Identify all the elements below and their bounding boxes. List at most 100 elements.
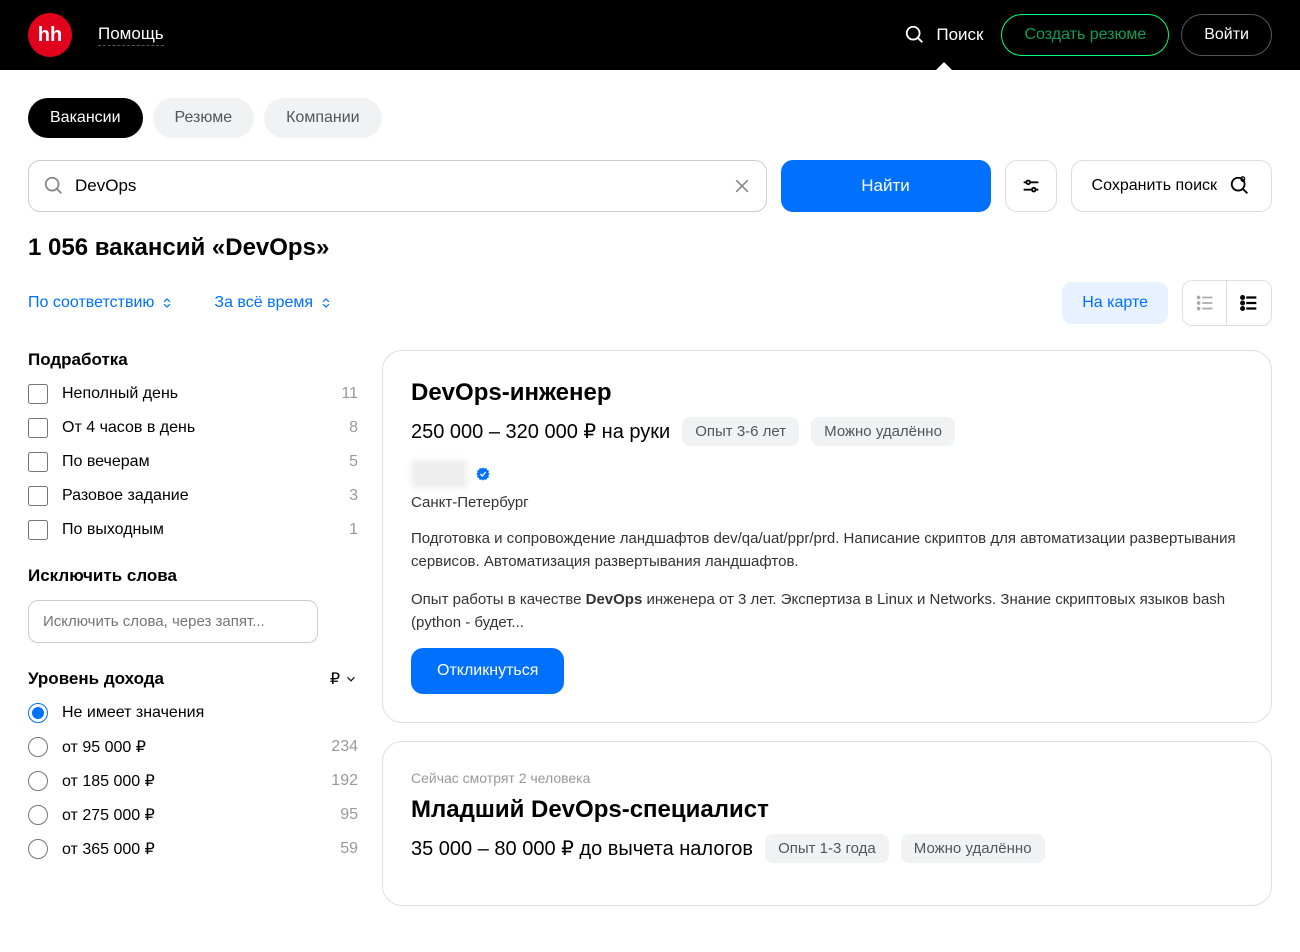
filter-row[interactable]: Неполный день11 [28, 384, 358, 404]
filter-count: 59 [340, 840, 358, 858]
view-detailed-button[interactable] [1227, 281, 1271, 325]
vacancy-company[interactable] [411, 460, 1243, 488]
filter-count: 3 [349, 487, 358, 505]
filter-count: 192 [331, 772, 358, 790]
vacancy-requirements: Опыт работы в качестве DevOps инженера о… [411, 588, 1243, 635]
filter-label: от 95 000 ₽ [62, 737, 331, 757]
view-compact-button[interactable] [1183, 281, 1227, 325]
vacancy-tag: Можно удалённо [811, 417, 955, 446]
filter-label: По выходным [62, 521, 349, 539]
sort-time[interactable]: За всё время [214, 294, 333, 312]
filter-row[interactable]: По выходным1 [28, 520, 358, 540]
find-button[interactable]: Найти [781, 160, 991, 212]
search-icon [904, 24, 926, 46]
sort-icon [160, 296, 174, 310]
view-toggle [1182, 280, 1272, 326]
sidebar: Подработка Неполный день11 От 4 часов в д… [28, 350, 358, 924]
list-compact-icon [1194, 292, 1216, 314]
filter-radio[interactable] [28, 805, 48, 825]
vacancy-tag: Можно удалённо [901, 834, 1045, 863]
verified-icon [475, 466, 491, 482]
create-resume-button[interactable]: Создать резюме [1001, 14, 1169, 56]
list-detailed-icon [1238, 292, 1260, 314]
vacancy-salary: 35 000 – 80 000 ₽ до вычета налогов [411, 836, 753, 861]
tab-vacancies[interactable]: Вакансии [28, 98, 143, 138]
filter-label: Неполный день [62, 385, 341, 403]
save-search-button[interactable]: Сохранить поиск [1071, 160, 1272, 212]
filter-checkbox[interactable] [28, 486, 48, 506]
filter-checkbox[interactable] [28, 520, 48, 540]
vacancy-card: Сейчас смотрят 2 человека Младший DevOps… [382, 741, 1272, 906]
search-icon [43, 175, 65, 197]
filter-label: По вечерам [62, 453, 349, 471]
company-logo [411, 460, 467, 488]
filter-row[interactable]: от 365 000 ₽59 [28, 839, 358, 859]
vacancy-location: Санкт-Петербург [411, 494, 1243, 511]
filter-count: 1 [349, 521, 358, 539]
search-box [28, 160, 767, 212]
filter-label: От 4 часов в день [62, 419, 349, 437]
filter-count: 5 [349, 453, 358, 471]
filter-radio[interactable] [28, 737, 48, 757]
results-heading: 1 056 вакансий «DevOps» [28, 234, 1272, 262]
filter-count: 8 [349, 419, 358, 437]
filter-label: Разовое задание [62, 487, 349, 505]
filter-count: 234 [331, 738, 358, 756]
help-link[interactable]: Помощь [98, 24, 164, 46]
save-search-label: Сохранить поиск [1092, 177, 1217, 195]
vacancy-tag: Опыт 1-3 года [765, 834, 889, 863]
filter-radio[interactable] [28, 771, 48, 791]
vacancy-title[interactable]: Младший DevOps-специалист [411, 796, 1243, 824]
sort-icon [319, 296, 333, 310]
sort-relevance-label: По соответствию [28, 294, 154, 312]
currency-label: ₽ [330, 669, 340, 689]
clear-icon[interactable] [732, 176, 752, 196]
sort-time-label: За всё время [214, 294, 313, 312]
filter-label: от 365 000 ₽ [62, 839, 340, 859]
header-search[interactable]: Поиск [904, 24, 983, 46]
currency-selector[interactable]: ₽ [330, 669, 358, 689]
vacancy-list: DevOps-инженер 250 000 – 320 000 ₽ на ру… [382, 350, 1272, 924]
filter-row[interactable]: Разовое задание3 [28, 486, 358, 506]
tab-resumes[interactable]: Резюме [153, 98, 255, 138]
filter-checkbox[interactable] [28, 452, 48, 472]
filter-row[interactable]: По вечерам5 [28, 452, 358, 472]
filter-row[interactable]: Не имеет значения [28, 703, 358, 723]
filter-row[interactable]: от 95 000 ₽234 [28, 737, 358, 757]
tab-companies[interactable]: Компании [264, 98, 382, 138]
vacancy-description: Подготовка и сопровождение ландшафтов de… [411, 527, 1243, 574]
exclude-input[interactable] [28, 600, 318, 643]
vacancy-tag: Опыт 3-6 лет [682, 417, 799, 446]
filter-row[interactable]: От 4 часов в день8 [28, 418, 358, 438]
filter-label: от 275 000 ₽ [62, 805, 340, 825]
vacancy-salary: 250 000 – 320 000 ₽ на руки [411, 419, 670, 444]
watching-now: Сейчас смотрят 2 человека [411, 770, 1243, 786]
filter-income-title: Уровень дохода [28, 669, 164, 689]
chevron-down-icon [344, 672, 358, 686]
map-button[interactable]: На карте [1062, 282, 1168, 324]
filter-row[interactable]: от 185 000 ₽192 [28, 771, 358, 791]
filter-radio[interactable] [28, 703, 48, 723]
vacancy-card: DevOps-инженер 250 000 – 320 000 ₽ на ру… [382, 350, 1272, 723]
tabs: Вакансии Резюме Компании [28, 98, 1272, 138]
filter-parttime-title: Подработка [28, 350, 358, 370]
sort-relevance[interactable]: По соответствию [28, 294, 174, 312]
filter-exclude-title: Исключить слова [28, 566, 358, 586]
logo[interactable]: hh [28, 13, 72, 57]
vacancy-title[interactable]: DevOps-инженер [411, 379, 1243, 407]
heart-search-icon [1229, 175, 1251, 197]
filter-radio[interactable] [28, 839, 48, 859]
filter-label: Не имеет значения [62, 704, 358, 722]
filter-checkbox[interactable] [28, 418, 48, 438]
sliders-icon [1020, 175, 1042, 197]
search-input[interactable] [65, 176, 732, 196]
logo-text: hh [38, 24, 62, 47]
filter-label: от 185 000 ₽ [62, 771, 331, 791]
filters-button[interactable] [1005, 160, 1057, 212]
filter-checkbox[interactable] [28, 384, 48, 404]
filter-count: 95 [340, 806, 358, 824]
filter-row[interactable]: от 275 000 ₽95 [28, 805, 358, 825]
header: hh Помощь Поиск Создать резюме Войти [0, 0, 1300, 70]
login-button[interactable]: Войти [1181, 14, 1272, 56]
apply-button[interactable]: Откликнуться [411, 648, 564, 694]
